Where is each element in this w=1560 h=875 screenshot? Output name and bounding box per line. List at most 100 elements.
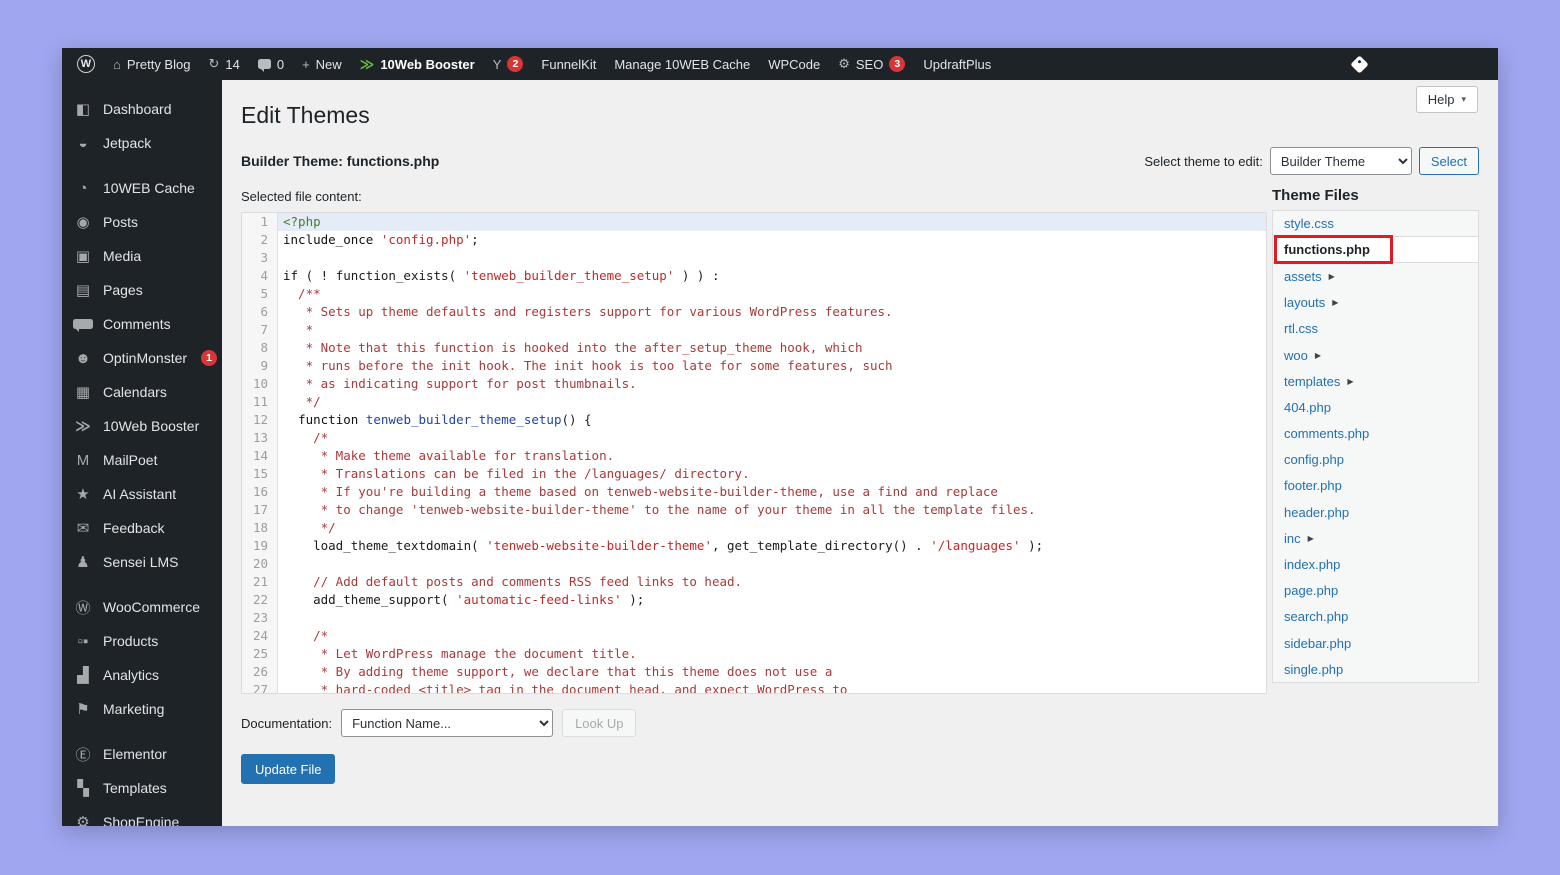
sidebar-item-ai-assistant[interactable]: ★ AI Assistant [62, 477, 222, 511]
adminbar-item-wordpress-menu[interactable]: W [68, 48, 104, 80]
theme-file-search-php[interactable]: search.php [1273, 604, 1478, 630]
sidebar-item-mailpoet[interactable]: M MailPoet [62, 443, 222, 477]
sidebar-item-woocommerce[interactable]: Ⓦ WooCommerce [62, 590, 222, 624]
code-line[interactable]: 20 [242, 555, 1266, 573]
theme-file-comments-php[interactable]: comments.php [1273, 421, 1478, 447]
theme-file-layouts[interactable]: layouts ▶ [1273, 290, 1478, 316]
update-file-button[interactable]: Update File [241, 754, 336, 784]
theme-file-single-php[interactable]: single.php [1273, 656, 1478, 682]
adminbar-item-seo[interactable]: ⚙ SEO 3 [829, 48, 914, 80]
adminbar-item-manage-10web-cache[interactable]: Manage 10WEB Cache [605, 48, 759, 80]
sidebar-item-jetpack[interactable]: ◒ Jetpack [62, 126, 222, 160]
code-line[interactable]: 10 * as indicating support for post thum… [242, 375, 1266, 393]
code-line[interactable]: 15 * Translations can be filed in the /l… [242, 465, 1266, 483]
lookup-button[interactable]: Look Up [562, 709, 637, 737]
code-line[interactable]: 25 * Let WordPress manage the document t… [242, 645, 1266, 663]
sidebar-item-calendars[interactable]: ▦ Calendars [62, 375, 222, 409]
theme-file-label: single.php [1284, 661, 1344, 677]
theme-file-assets[interactable]: assets ▶ [1273, 263, 1478, 289]
line-number: 23 [242, 609, 278, 627]
sidebar-item-feedback[interactable]: ✉ Feedback [62, 511, 222, 545]
code-line[interactable]: 5 /** [242, 285, 1266, 303]
sidebar-item-posts[interactable]: ◉ Posts [62, 205, 222, 239]
code-line[interactable]: 12 function tenweb_builder_theme_setup()… [242, 411, 1266, 429]
code-line[interactable]: 27 * hard-coded <title> tag in the docum… [242, 681, 1266, 693]
mailpoet-icon: M [76, 451, 90, 469]
help-button[interactable]: Help ▾ [1415, 86, 1478, 113]
sidebar-item-analytics[interactable]: ▟ Analytics [62, 658, 222, 692]
adminbar-item-tenweb-booster[interactable]: ≫ 10Web Booster [351, 48, 484, 80]
theme-file-sidebar-php[interactable]: sidebar.php [1273, 630, 1478, 656]
sidebar-item-10web-booster[interactable]: ≫ 10Web Booster [62, 409, 222, 443]
sidebar-item-media[interactable]: ▣ Media [62, 239, 222, 273]
code-line[interactable]: 1 <?php [242, 213, 1266, 231]
code-line[interactable]: 24 /* [242, 627, 1266, 645]
sidebar-item-marketing[interactable]: ⚑ Marketing [62, 692, 222, 726]
templates-icon: ▚ [77, 780, 89, 797]
sidebar-item-elementor[interactable]: Ⓔ Elementor [62, 737, 222, 771]
sidebar-item-pages[interactable]: ▤ Pages [62, 273, 222, 307]
main-content: Help ▾ Edit Themes Builder Theme: functi… [222, 80, 1498, 826]
adminbar-item-funnelkit[interactable]: FunnelKit [532, 48, 605, 80]
code-line[interactable]: 4 if ( ! function_exists( 'tenweb_builder… [242, 267, 1266, 285]
sidebar-item-dashboard[interactable]: ◧ Dashboard [62, 92, 222, 126]
code-line[interactable]: 6 * Sets up theme defaults and registers… [242, 303, 1266, 321]
theme-file-page-php[interactable]: page.php [1273, 578, 1478, 604]
code-line[interactable]: 23 [242, 609, 1266, 627]
sidebar-item-templates[interactable]: ▚ Templates [62, 771, 222, 805]
adminbar-item-updraftplus[interactable]: UpdraftPlus [914, 48, 1000, 80]
theme-select[interactable]: Builder Theme [1269, 147, 1412, 175]
theme-file-config-php[interactable]: config.php [1273, 447, 1478, 473]
code-line[interactable]: 19 load_theme_textdomain( 'tenweb-websit… [242, 537, 1266, 555]
code-line[interactable]: 22 add_theme_support( 'automatic-feed-li… [242, 591, 1266, 609]
code-line[interactable]: 14 * Make theme available for translatio… [242, 447, 1266, 465]
theme-file-templates[interactable]: templates ▶ [1273, 368, 1478, 394]
code-line-text: * If you're building a theme based on te… [283, 484, 998, 499]
theme-file-style-css[interactable]: style.css [1273, 211, 1478, 238]
code-editor[interactable]: 1 <?php 2 include_once 'config.php'; 3 4 if ( … [241, 212, 1267, 694]
theme-file-inc[interactable]: inc ▶ [1273, 525, 1478, 551]
adminbar-item-wpcode[interactable]: WPCode [759, 48, 829, 80]
code-line[interactable]: 21 // Add default posts and comments RSS… [242, 573, 1266, 591]
code-line[interactable]: 9 * runs before the init hook. The init … [242, 357, 1266, 375]
code-line[interactable]: 8 * Note that this function is hooked in… [242, 339, 1266, 357]
code-line[interactable]: 13 /* [242, 429, 1266, 447]
sidebar-item-sensei-lms[interactable]: ♟ Sensei LMS [62, 545, 222, 579]
theme-file-label: footer.php [1284, 478, 1342, 494]
code-line[interactable]: 3 [242, 249, 1266, 267]
documentation-select[interactable]: Function Name... [341, 709, 554, 737]
adminbar-item-comments[interactable]: 0 [249, 48, 293, 80]
sidebar-item-shopengine[interactable]: ⚙ ShopEngine [62, 805, 222, 826]
sidebar-item-label: WooCommerce [103, 599, 200, 615]
adminbar-item-tag[interactable] [1344, 48, 1375, 80]
code-line[interactable]: 11 */ [242, 393, 1266, 411]
code-line[interactable]: 7 * [242, 321, 1266, 339]
code-line[interactable]: 26 * By adding theme support, we declare… [242, 663, 1266, 681]
code-line[interactable]: 18 */ [242, 519, 1266, 537]
sidebar-item-10web-cache[interactable]: ◔ 10WEB Cache [62, 171, 222, 205]
select-theme-button[interactable]: Select [1418, 147, 1479, 175]
code-line[interactable]: 17 * to change 'tenweb-website-builder-t… [242, 501, 1266, 519]
theme-file-woo[interactable]: woo ▶ [1273, 342, 1478, 368]
code-line-text: <?php [278, 213, 1266, 231]
adminbar-item-site-name[interactable]: ⌂ Pretty Blog [104, 48, 199, 80]
adminbar-item-funnelkit-notifications[interactable]: Y2 [484, 48, 533, 80]
theme-file-rtl-css[interactable]: rtl.css [1273, 316, 1478, 342]
sidebar-item-comments[interactable]: Comments [62, 307, 222, 341]
theme-file-404-php[interactable]: 404.php [1273, 394, 1478, 420]
code-line[interactable]: 2 include_once 'config.php'; [242, 231, 1266, 249]
theme-file-header-php[interactable]: header.php [1273, 499, 1478, 525]
sidebar-item-products[interactable]: ▫▪ Products [62, 624, 222, 658]
sidebar-item-optinmonster[interactable]: ☻ OptinMonster 1 [62, 341, 222, 375]
theme-file-label: 404.php [1284, 399, 1331, 415]
code-line[interactable]: 16 * If you're building a theme based on… [242, 483, 1266, 501]
theme-file-functions-php[interactable]: functions.php [1273, 235, 1478, 265]
theme-file-label: index.php [1284, 557, 1341, 573]
theme-file-index-php[interactable]: index.php [1273, 551, 1478, 577]
adminbar-item-new-content[interactable]: + New [293, 48, 351, 80]
adminbar-item-updates[interactable]: ↻ 14 [199, 48, 248, 80]
adminbar-item-label: UpdraftPlus [923, 56, 992, 72]
theme-file-footer-php[interactable]: footer.php [1273, 473, 1478, 499]
line-number: 7 [242, 321, 278, 339]
